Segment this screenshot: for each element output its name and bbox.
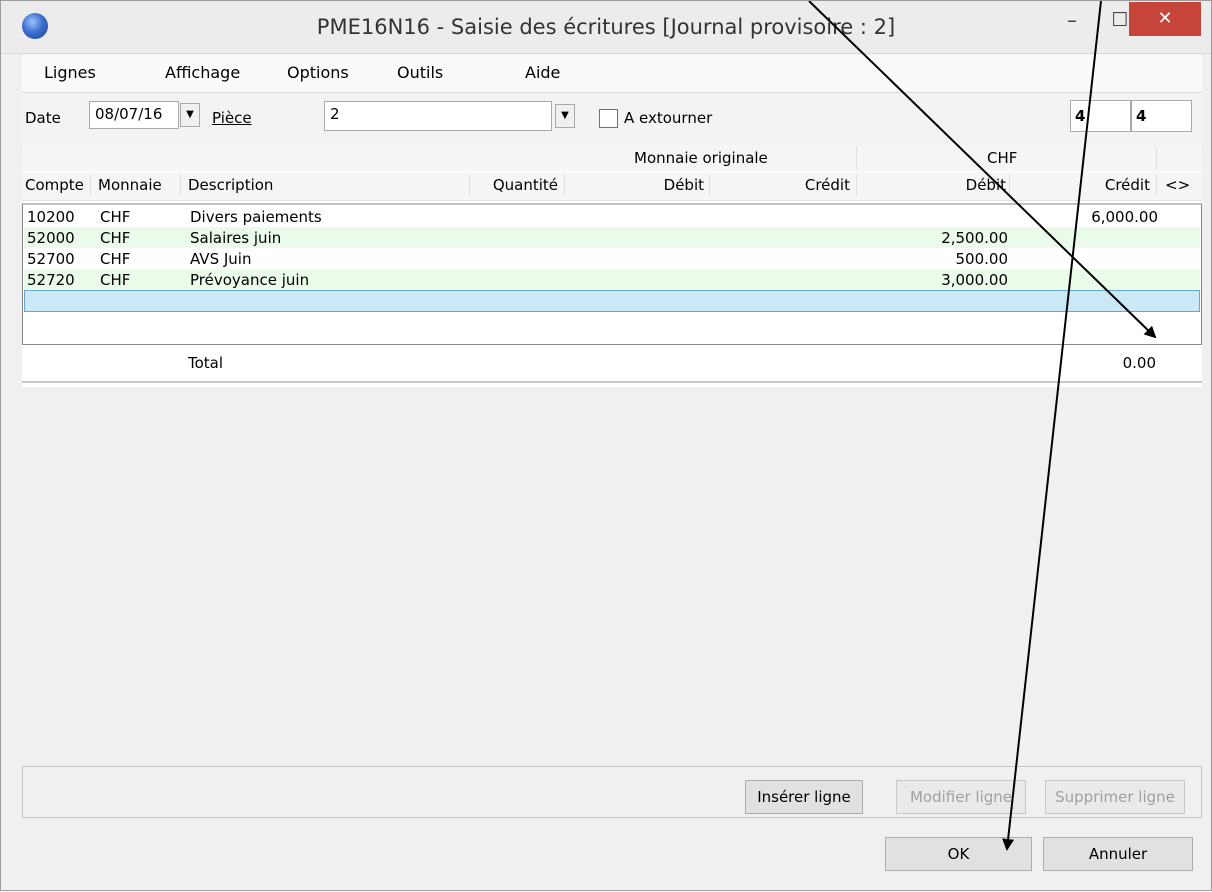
annotation-arrows [808, 1, 1157, 851]
arrow-to-ok-button [1002, 1, 1102, 851]
journal-entry-window: PME16N16 - Saisie des écritures [Journal… [0, 0, 1212, 891]
arrow-to-new-row [808, 1, 1157, 339]
